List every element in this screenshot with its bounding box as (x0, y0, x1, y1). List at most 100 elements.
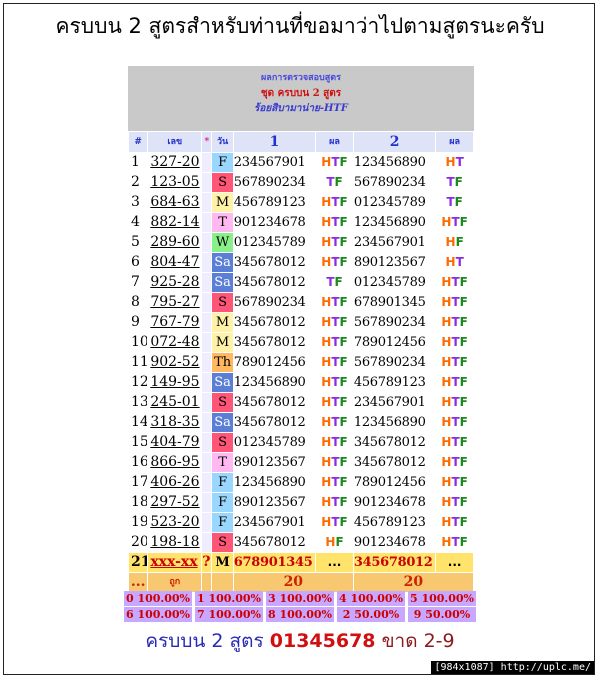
row-day: F (212, 473, 233, 492)
row-number-link[interactable]: 866-95 (148, 453, 202, 472)
row-formula1: 890123567 (233, 453, 316, 472)
row-result1: HTF (316, 413, 353, 432)
row-day: M (212, 333, 233, 352)
row-star (202, 473, 212, 492)
row-number-link[interactable]: 123-05 (148, 173, 202, 192)
row-index: 12 (129, 373, 148, 392)
row-formula2: 567890234 (353, 173, 436, 192)
result-sheet: ผลการตรวจสอบสูตร ชุด ครบบน 2 สูตร ร้อยสิ… (128, 66, 474, 593)
row-number-link[interactable]: 289-60 (148, 233, 202, 252)
row-star (202, 373, 212, 392)
row-number-link[interactable]: 404-79 (148, 433, 202, 452)
table-row: 10 072-48 M 345678012 HTF 789012456 HTF (129, 333, 473, 352)
row-result2: HF (436, 233, 473, 252)
row-result1: HTF (316, 493, 353, 512)
row-formula2: 456789123 (353, 373, 436, 392)
header-line2: ชุด ครบบน 2 สูตร (260, 88, 342, 99)
digit-stat: 1 100.00% (195, 591, 263, 606)
row-formula2: 890123567 (353, 253, 436, 272)
row-number-link[interactable]: 327-20 (148, 153, 202, 172)
row-index: 7 (129, 273, 148, 292)
row-star (202, 433, 212, 452)
row-star (202, 393, 212, 412)
row-result1: HTF (316, 473, 353, 492)
digit-stat: 3 100.00% (266, 591, 334, 606)
row-index: 16 (129, 453, 148, 472)
totals-empty (212, 573, 233, 592)
table-row: 15 404-79 S 012345789 HTF 345678012 HTF (129, 433, 473, 452)
row-number-link[interactable]: 684-63 (148, 193, 202, 212)
row-day: S (212, 393, 233, 412)
row-number-link[interactable]: 318-35 (148, 413, 202, 432)
col-result2: ผล (436, 132, 473, 152)
result-table: # เลข * วัน 1 ผล 2 ผล 1 327-20 F 234567901 H… (128, 131, 474, 593)
row-result1: HTF (316, 213, 353, 232)
row-star (202, 213, 212, 232)
row-number-link[interactable]: 149-95 (148, 373, 202, 392)
row-formula1: 345678012 (233, 333, 316, 352)
row-index: 4 (129, 213, 148, 232)
table-row: 7 925-28 Sa 345678012 TF 012345789 HTF (129, 273, 473, 292)
row-result1: HTF (316, 453, 353, 472)
row-result2: HTF (436, 453, 473, 472)
row-number-link[interactable]: xxx-xx (148, 553, 202, 572)
summary-missing: ขาด 2-9 (381, 630, 455, 652)
row-day: F (212, 493, 233, 512)
row-star (202, 273, 212, 292)
row-formula2: 456789123 (353, 513, 436, 532)
row-index: 17 (129, 473, 148, 492)
row-index: 18 (129, 493, 148, 512)
row-formula1: 345678012 (233, 253, 316, 272)
table-row: 13 245-01 S 345678012 HTF 234567901 HTF (129, 393, 473, 412)
row-number-link[interactable]: 925-28 (148, 273, 202, 292)
table-row: 1 327-20 F 234567901 HTF 123456890 HT (129, 153, 473, 172)
row-formula2: 123456890 (353, 413, 436, 432)
row-result2: HT (436, 253, 473, 272)
row-formula1: 456789123 (233, 193, 316, 212)
row-index: 1 (129, 153, 148, 172)
row-formula2: 901234678 (353, 533, 436, 552)
row-result2: HT (436, 153, 473, 172)
row-formula1: 345678012 (233, 533, 316, 552)
row-formula2: 567890234 (353, 313, 436, 332)
row-number-link[interactable]: 198-18 (148, 533, 202, 552)
row-formula2: 123456890 (353, 153, 436, 172)
row-result2: HTF (436, 533, 473, 552)
row-number-link[interactable]: 523-20 (148, 513, 202, 532)
row-result2: TF (436, 173, 473, 192)
row-number-link[interactable]: 297-52 (148, 493, 202, 512)
row-result1: HTF (316, 233, 353, 252)
summary-line: ครบบน 2 สูตร 01345678 ขาด 2-9 (0, 626, 600, 656)
row-number-link[interactable]: 804-47 (148, 253, 202, 272)
row-result1: HTF (316, 393, 353, 412)
row-number-link[interactable]: 406-26 (148, 473, 202, 492)
row-star (202, 193, 212, 212)
digit-stat: 7 100.00% (195, 607, 263, 622)
row-number-link[interactable]: 902-52 (148, 353, 202, 372)
row-formula1: 567890234 (233, 293, 316, 312)
row-number-link[interactable]: 795-27 (148, 293, 202, 312)
digit-stat: 5 100.00% (408, 591, 476, 606)
digit-stat: 2 50.00% (337, 607, 405, 622)
row-number-link[interactable]: 882-14 (148, 213, 202, 232)
header-line3: ร้อยสิบามาน่าย-HTF (254, 103, 348, 114)
row-day: S (212, 533, 233, 552)
row-day: T (212, 213, 233, 232)
row-result2: ... (436, 553, 473, 572)
row-number-link[interactable]: 072-48 (148, 333, 202, 352)
summary-label: ครบบน 2 สูตร (145, 630, 264, 652)
row-formula1: 567890234 (233, 173, 316, 192)
row-result2: HTF (436, 273, 473, 292)
col-formula2: 2 (353, 132, 436, 152)
row-index: 6 (129, 253, 148, 272)
row-formula1: 012345789 (233, 433, 316, 452)
row-star (202, 173, 212, 192)
col-result1: ผล (316, 132, 353, 152)
row-number-link[interactable]: 245-01 (148, 393, 202, 412)
row-result2: HTF (436, 433, 473, 452)
row-formula1: 234567901 (233, 153, 316, 172)
row-index: 13 (129, 393, 148, 412)
row-result2: HTF (436, 473, 473, 492)
row-number-link[interactable]: 767-79 (148, 313, 202, 332)
col-number: เลข (148, 132, 202, 152)
